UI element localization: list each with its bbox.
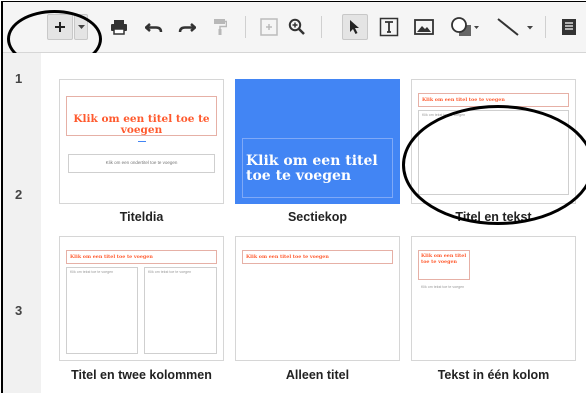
redo-icon: [178, 21, 196, 33]
left-column-text: Klik om tekst toe te voegen: [70, 270, 114, 274]
print-icon: [110, 19, 128, 35]
slide-number-3[interactable]: 3: [15, 303, 22, 318]
slide-number-1[interactable]: 1: [15, 71, 22, 86]
right-column-placeholder: [144, 267, 217, 354]
app-window: 1 2 3 Klik om een titel toe te voegen Kl…: [1, 1, 586, 393]
shape-icon: [451, 17, 479, 37]
paint-format-button[interactable]: [208, 14, 232, 40]
zoom-icon: [288, 18, 306, 36]
image-icon: [414, 19, 434, 35]
layout-caption: Tekst in één kolom: [437, 368, 550, 382]
toolbar: [3, 2, 586, 68]
left-column-placeholder: [66, 267, 138, 354]
comment-icon: [561, 18, 577, 36]
title-text: Klik om een titel toe te voegen: [246, 153, 378, 184]
cursor-icon: [349, 19, 361, 35]
layout-gallery: Klik om een titel toe te voegen Klik om …: [41, 53, 586, 393]
text-box-button[interactable]: [376, 14, 402, 40]
insert-image-button[interactable]: [411, 14, 437, 40]
layout-caption: Sectiekop: [287, 210, 348, 224]
zoom-button[interactable]: [285, 14, 309, 40]
layout-title-only[interactable]: Klik om een titel toe te voegen: [235, 236, 400, 361]
layout-caption: Alleen titel: [285, 368, 350, 382]
annotation-circle-layout: [402, 105, 586, 225]
line-button[interactable]: [493, 14, 539, 40]
title-text: Klik om een titel toe te voegen: [246, 254, 329, 260]
line-icon: [496, 17, 536, 37]
print-button[interactable]: [107, 14, 131, 40]
right-column-text: Klik om tekst toe te voegen: [148, 270, 192, 274]
redo-button[interactable]: [175, 14, 199, 40]
layout-caption: Titel en twee kolommen: [71, 368, 212, 382]
subtitle-text: Klik om een ondertitel toe te voegen: [105, 160, 178, 165]
paint-format-icon: [213, 18, 227, 36]
layout-one-column-text[interactable]: Klik om een titel toe te voegen Klik om …: [411, 236, 576, 361]
toolbar-separator: [321, 16, 322, 38]
layout-section-header[interactable]: Klik om een titel toe te voegen: [235, 79, 400, 204]
layout-caption: Titeldia: [119, 210, 164, 224]
title-underline: [138, 141, 146, 142]
undo-icon: [145, 21, 163, 33]
title-text: Klik om een titel toe te voegen: [73, 113, 210, 137]
undo-button[interactable]: [142, 14, 166, 40]
title-text: Klik om een titel toe te voegen: [422, 97, 505, 103]
layout-title-slide[interactable]: Klik om een titel toe te voegen Klik om …: [59, 79, 224, 204]
text-box-icon: [379, 17, 399, 37]
slide-number-2[interactable]: 2: [15, 187, 22, 202]
zoom-fit-icon: [260, 18, 278, 36]
slide-filmstrip: 1 2 3: [3, 53, 42, 393]
shape-button[interactable]: [445, 14, 485, 40]
layout-title-and-two-columns[interactable]: Klik om een titel toe te voegen Klik om …: [59, 236, 224, 361]
body-text: Klik om tekst toe te voegen: [421, 285, 465, 289]
select-tool-button[interactable]: [342, 14, 368, 40]
toolbar-separator: [545, 16, 546, 38]
toolbar-separator: [245, 16, 246, 38]
zoom-fit-button[interactable]: [257, 14, 281, 40]
title-text: Klik om een titel toe te voegen: [70, 254, 153, 260]
title-text: Klik om een titel toe te voegen: [421, 253, 467, 266]
comment-button[interactable]: [557, 14, 581, 40]
